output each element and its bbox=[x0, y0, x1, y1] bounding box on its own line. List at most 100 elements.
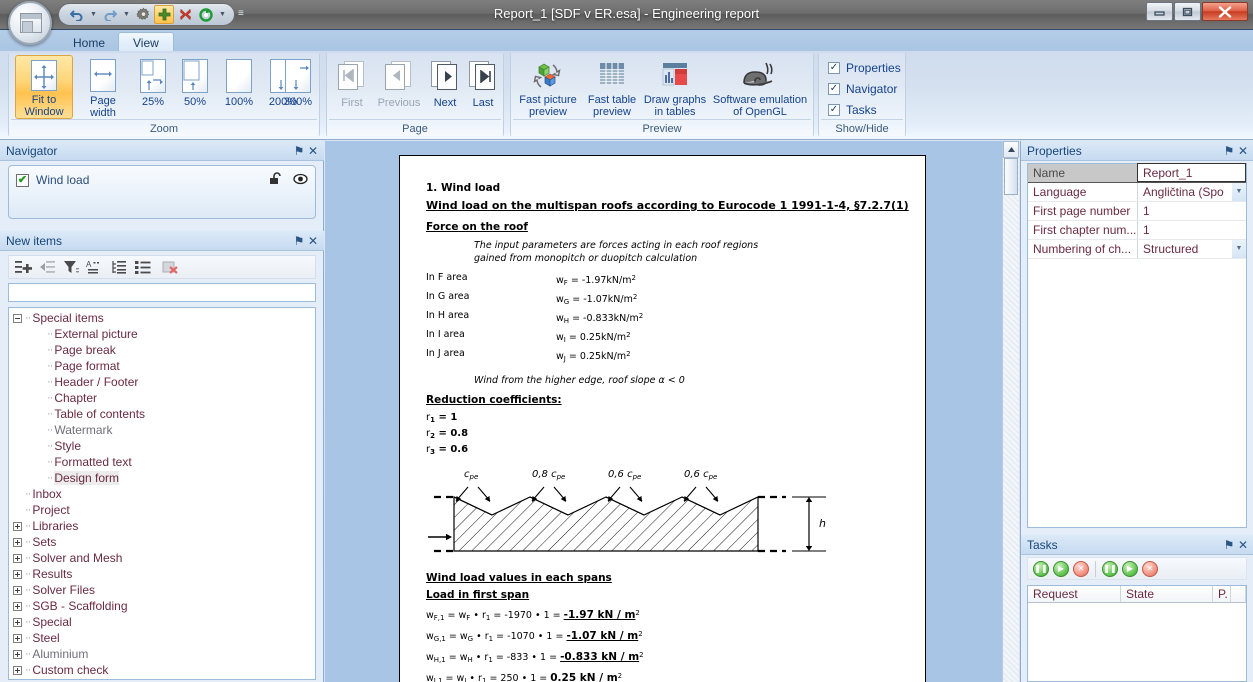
play-icon[interactable]: ▶ bbox=[1053, 560, 1069, 577]
plus-icon[interactable] bbox=[154, 5, 174, 24]
expand-expander-icon[interactable] bbox=[13, 537, 22, 547]
chevron-down-icon[interactable]: ▼ bbox=[1232, 183, 1246, 201]
tree-item[interactable]: ·· Style bbox=[9, 438, 315, 454]
tasks-pin-icon[interactable]: ⚑ bbox=[1222, 538, 1236, 552]
tree-item[interactable]: ·· Steel bbox=[9, 630, 315, 646]
tasks-column-p[interactable]: P. bbox=[1213, 586, 1231, 602]
sort-alphabetical-icon[interactable]: A bbox=[85, 258, 106, 277]
property-value[interactable]: 1 bbox=[1138, 221, 1246, 239]
document-vertical-scrollbar[interactable] bbox=[1002, 141, 1019, 682]
property-value[interactable]: Structured ▼ bbox=[1138, 240, 1246, 258]
tree-item[interactable]: ·· Libraries bbox=[9, 518, 315, 534]
navigator-pin-icon[interactable]: ⚑ bbox=[292, 144, 306, 158]
undo-icon[interactable] bbox=[67, 5, 87, 24]
zoom-100-button[interactable]: 100% bbox=[217, 55, 261, 119]
stop-icon[interactable]: ✕ bbox=[1073, 560, 1089, 577]
tree-item[interactable]: ·· Chapter bbox=[9, 390, 315, 406]
property-row[interactable]: Numbering of ch... Structured ▼ bbox=[1028, 240, 1246, 259]
properties-close-icon[interactable]: ✕ bbox=[1236, 144, 1250, 158]
unlock-icon[interactable] bbox=[269, 172, 284, 188]
stop-all-icon[interactable]: ✕ bbox=[1142, 560, 1158, 577]
redo-dropdown-icon[interactable]: ▼ bbox=[121, 5, 132, 24]
checkbox-properties[interactable]: Properties bbox=[828, 61, 901, 75]
tree-item[interactable]: ·· Special bbox=[9, 614, 315, 630]
tree-item[interactable]: ·· Solver Files bbox=[9, 582, 315, 598]
delete-x-icon[interactable] bbox=[175, 5, 195, 24]
new-items-close-icon[interactable]: ✕ bbox=[306, 234, 320, 248]
zoom-25-button[interactable]: 25% bbox=[133, 55, 173, 119]
tree-item[interactable]: ·· Page break bbox=[9, 342, 315, 358]
fast-table-preview-button[interactable]: Fast table preview bbox=[583, 55, 641, 118]
tree-item[interactable]: ·· Custom check bbox=[9, 662, 315, 678]
tree-item[interactable]: ·· Special items bbox=[9, 310, 315, 326]
property-row[interactable]: Language Angličtina (Spo ▼ bbox=[1028, 183, 1246, 202]
tree-item[interactable]: ·· Sets bbox=[9, 534, 315, 550]
property-value[interactable]: Report_1 bbox=[1137, 163, 1246, 182]
last-page-button[interactable]: Last bbox=[465, 55, 501, 117]
property-row[interactable]: First chapter num... 1 bbox=[1028, 221, 1246, 240]
insert-item-icon[interactable] bbox=[37, 258, 58, 277]
tab-view[interactable]: View bbox=[118, 32, 174, 52]
tree-view-icon[interactable] bbox=[109, 258, 130, 277]
list-view-icon[interactable] bbox=[133, 258, 154, 277]
previous-page-button[interactable]: Previous bbox=[373, 55, 425, 117]
property-row[interactable]: First page number 1 bbox=[1028, 202, 1246, 221]
customize-quick-access-dropdown-icon[interactable]: ▼ bbox=[217, 5, 228, 24]
tree-item[interactable]: ·· Table of contents bbox=[9, 406, 315, 422]
tasks-close-icon[interactable]: ✕ bbox=[1236, 538, 1250, 552]
expand-expander-icon[interactable] bbox=[13, 601, 22, 611]
delete-item-icon[interactable] bbox=[160, 258, 181, 277]
expand-expander-icon[interactable] bbox=[13, 665, 22, 675]
checkbox-navigator[interactable]: Navigator bbox=[828, 82, 897, 96]
play-all-icon[interactable]: ▶ bbox=[1122, 560, 1138, 577]
navigator-item-wind-load[interactable]: Wind load bbox=[9, 169, 315, 191]
expand-expander-icon[interactable] bbox=[13, 633, 22, 643]
expand-expander-icon[interactable] bbox=[13, 553, 22, 563]
fit-to-window-button[interactable]: Fit to Window bbox=[15, 55, 73, 119]
new-items-pin-icon[interactable]: ⚑ bbox=[292, 234, 306, 248]
tree-item[interactable]: ·· Inbox bbox=[9, 486, 315, 502]
page-width-button[interactable]: Page width bbox=[75, 55, 131, 119]
property-value[interactable]: 1 bbox=[1138, 202, 1246, 220]
tasks-column-state[interactable]: State bbox=[1121, 586, 1213, 602]
filter-icon[interactable] bbox=[61, 258, 82, 277]
new-items-search-input[interactable] bbox=[8, 283, 316, 302]
expand-expander-icon[interactable] bbox=[13, 585, 22, 595]
maximize-button[interactable] bbox=[1174, 2, 1201, 21]
application-menu-button[interactable] bbox=[8, 1, 52, 45]
checkbox-tasks[interactable]: Tasks bbox=[828, 103, 877, 117]
property-row[interactable]: Name Report_1 bbox=[1028, 163, 1246, 183]
tree-item[interactable]: ·· Results bbox=[9, 566, 315, 582]
property-value[interactable]: Angličtina (Spo ▼ bbox=[1138, 183, 1246, 201]
properties-pin-icon[interactable]: ⚑ bbox=[1222, 144, 1236, 158]
redo-icon[interactable] bbox=[100, 5, 120, 24]
expand-expander-icon[interactable] bbox=[13, 569, 22, 579]
tasks-column-request[interactable]: Request bbox=[1028, 586, 1121, 602]
software-emulation-opengl-button[interactable]: Software emulation of OpenGL bbox=[709, 55, 811, 118]
tree-item[interactable]: ·· Aluminium bbox=[9, 646, 315, 662]
add-item-icon[interactable] bbox=[13, 258, 34, 277]
tree-item[interactable]: ·· Project bbox=[9, 502, 315, 518]
navigator-close-icon[interactable]: ✕ bbox=[306, 144, 320, 158]
gear-icon[interactable] bbox=[133, 5, 153, 24]
tree-item[interactable]: ·· Header / Footer bbox=[9, 374, 315, 390]
tree-item[interactable]: ·· SGB - Scaffolding bbox=[9, 598, 315, 614]
tree-item[interactable]: ·· Design form bbox=[9, 470, 315, 486]
tab-home[interactable]: Home bbox=[58, 32, 120, 52]
tree-item[interactable]: ·· Solver and Mesh bbox=[9, 550, 315, 566]
chevron-down-icon[interactable]: ▼ bbox=[1232, 240, 1246, 258]
tree-item[interactable]: ·· Formatted text bbox=[9, 454, 315, 470]
close-button[interactable] bbox=[1202, 2, 1248, 21]
refresh-icon[interactable] bbox=[196, 5, 216, 24]
undo-dropdown-icon[interactable]: ▼ bbox=[88, 5, 99, 24]
first-page-button[interactable]: First bbox=[333, 55, 371, 117]
wind-load-checkbox-icon[interactable] bbox=[16, 173, 29, 187]
collapse-ribbon-icon[interactable]: ≡ bbox=[238, 8, 244, 19]
scrollbar-thumb[interactable] bbox=[1004, 158, 1018, 195]
tree-item[interactable]: ·· External picture bbox=[9, 326, 315, 342]
zoom-50-button[interactable]: 50% bbox=[175, 55, 215, 119]
minimize-button[interactable] bbox=[1146, 2, 1173, 21]
next-page-button[interactable]: Next bbox=[427, 55, 463, 117]
pause-all-icon[interactable]: ❚❚ bbox=[1102, 560, 1118, 577]
eye-icon[interactable] bbox=[293, 173, 308, 188]
